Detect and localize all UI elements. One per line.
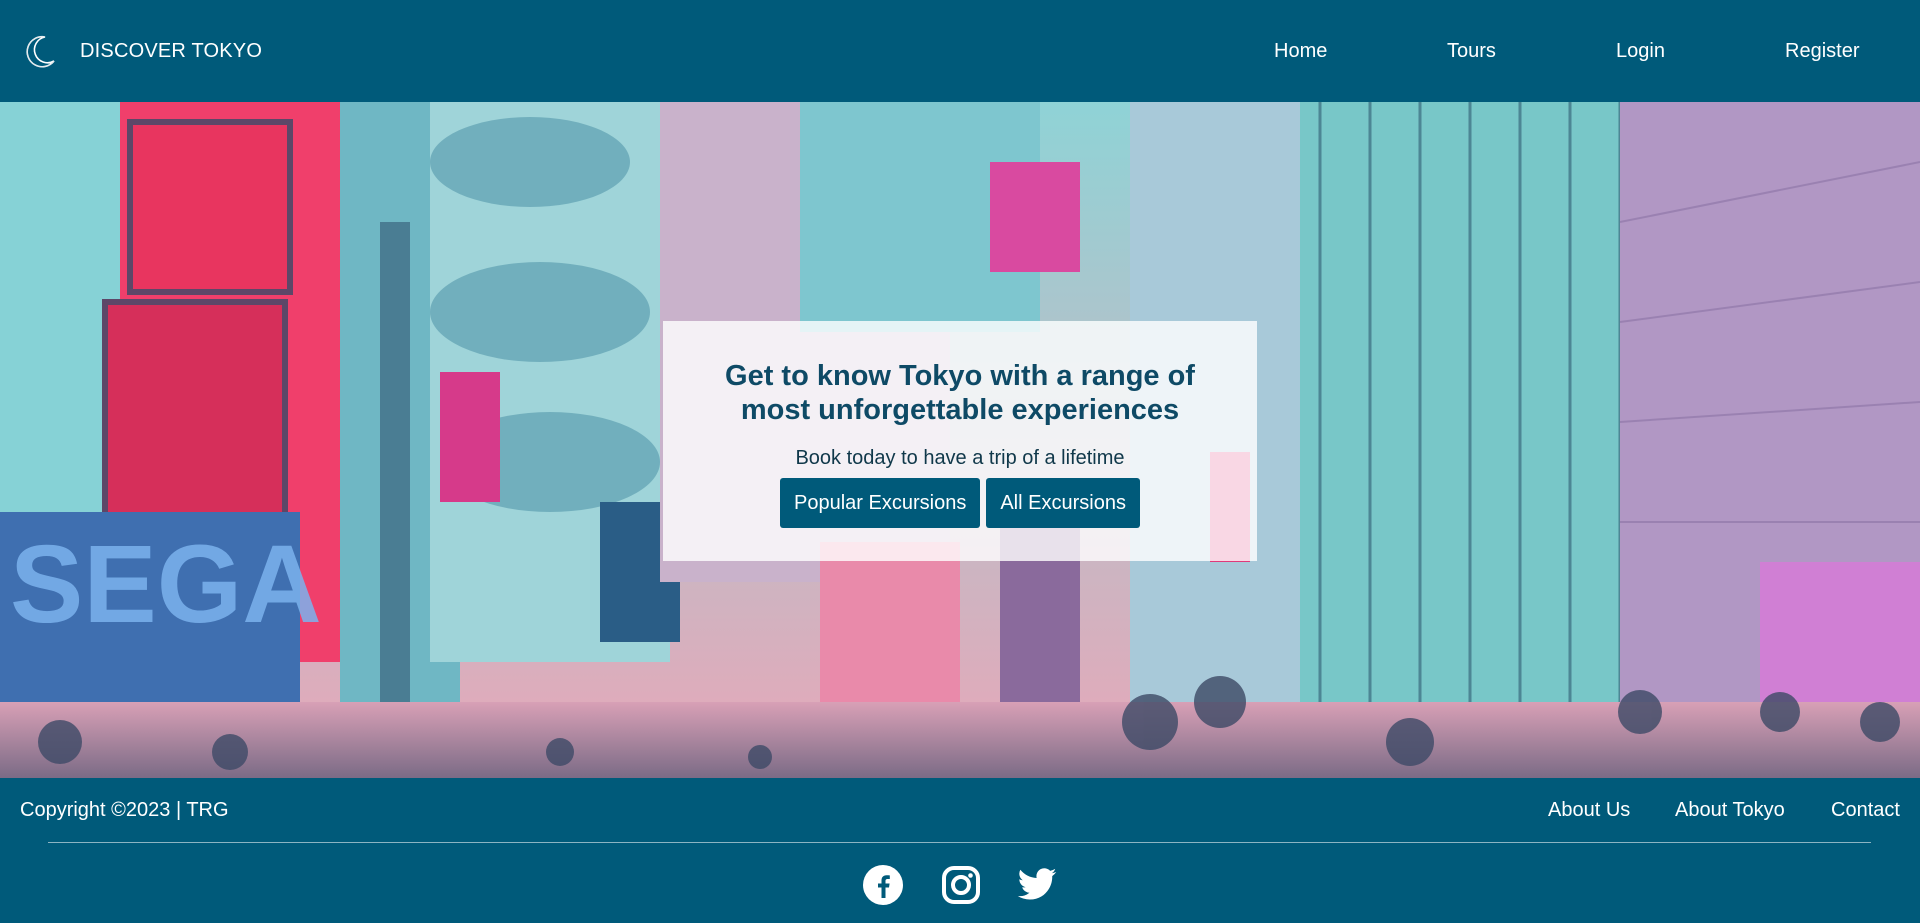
footer-divider	[48, 842, 1871, 843]
facebook-icon[interactable]	[862, 864, 904, 906]
nav-tours[interactable]: Tours	[1447, 40, 1496, 63]
hero-section: SEGA Get to know Tokyo with a range of m…	[0, 102, 1920, 778]
logo[interactable]: DISCOVER TOKYO	[20, 31, 262, 71]
hero-buttons: Popular Excursions All Excursions	[663, 478, 1257, 528]
hero-title: Get to know Tokyo with a range of most u…	[725, 360, 1195, 426]
twitter-icon[interactable]	[1016, 864, 1058, 906]
crescent-moon-icon	[26, 35, 55, 68]
footer-link-contact[interactable]: Contact	[1831, 799, 1900, 822]
copyright-text: Copyright ©2023 | TRG	[20, 799, 229, 821]
footer-link-about-us[interactable]: About Us	[1548, 799, 1630, 822]
hero-card: Get to know Tokyo with a range of most u…	[663, 321, 1257, 561]
footer-link-about-tokyo[interactable]: About Tokyo	[1675, 799, 1785, 822]
svg-text:SEGA: SEGA	[10, 523, 322, 646]
site-footer: Copyright ©2023 | TRG About Us About Tok…	[0, 778, 1920, 923]
hero-subtitle: Book today to have a trip of a lifetime	[795, 447, 1125, 469]
nav-home[interactable]: Home	[1274, 40, 1327, 63]
popular-excursions-button[interactable]: Popular Excursions	[780, 478, 981, 528]
brand-name[interactable]: DISCOVER TOKYO	[80, 40, 262, 63]
all-excursions-button[interactable]: All Excursions	[986, 478, 1140, 528]
nav-register[interactable]: Register	[1785, 40, 1859, 63]
instagram-icon[interactable]	[940, 864, 982, 906]
nav-login[interactable]: Login	[1616, 40, 1665, 63]
site-header: DISCOVER TOKYO Home Tours Login Register	[0, 0, 1920, 102]
